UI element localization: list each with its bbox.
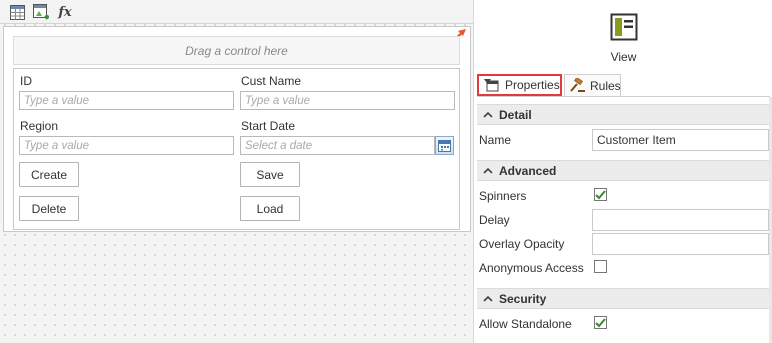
chevron-up-icon [479, 295, 497, 302]
name-label: Name [479, 133, 512, 147]
id-input[interactable] [19, 91, 234, 110]
view-icon[interactable] [610, 13, 638, 41]
chevron-up-icon [479, 111, 497, 118]
delete-button[interactable]: Delete [19, 196, 79, 221]
overlay-opacity-label: Overlay Opacity [479, 237, 565, 251]
region-label: Region [20, 119, 59, 133]
section-advanced-header[interactable]: Advanced [477, 160, 770, 181]
fx-icon[interactable]: fx [56, 3, 74, 21]
chevron-up-icon [479, 167, 497, 174]
view-label: View [610, 50, 637, 64]
table-icon[interactable] [8, 3, 26, 21]
spinners-checkbox[interactable] [594, 188, 607, 201]
tab-properties-label: Properties [505, 78, 560, 92]
tab-divider [477, 96, 770, 97]
delay-label: Delay [479, 213, 510, 227]
name-field[interactable] [592, 129, 769, 151]
properties-panel: View Properties Rules Detail Name Custom… [473, 0, 772, 343]
load-button[interactable]: Load [240, 196, 300, 221]
cust-name-label: Cust Name [241, 74, 302, 88]
drop-zone[interactable]: Drag a control here [13, 36, 460, 65]
designer-toolbar: fx [0, 0, 473, 24]
designer-canvas-area: fx Drag a control here ID Cust Name Regi… [0, 0, 473, 343]
region-input[interactable] [19, 136, 234, 155]
section-security-header[interactable]: Security [477, 288, 770, 309]
allow-standalone-checkbox[interactable] [594, 316, 607, 329]
tab-rules-label: Rules [590, 78, 621, 93]
save-button[interactable]: Save [240, 162, 300, 187]
anonymous-access-checkbox[interactable] [594, 260, 607, 273]
section-detail-title: Detail [499, 107, 532, 122]
gavel-icon [569, 78, 585, 93]
anonymous-access-label: Anonymous Access [479, 261, 584, 275]
layout-image-icon[interactable] [32, 3, 50, 21]
delay-field[interactable] [592, 209, 769, 231]
allow-standalone-label: Allow Standalone [479, 317, 572, 331]
tab-properties[interactable]: Properties [477, 74, 562, 96]
id-label: ID [20, 74, 32, 88]
checkmark-icon [595, 317, 606, 327]
tab-rules[interactable]: Rules [564, 74, 621, 96]
start-date-label: Start Date [241, 119, 296, 133]
checkmark-icon [595, 189, 606, 199]
properties-icon [484, 78, 500, 92]
overlay-opacity-field[interactable] [592, 233, 769, 255]
section-advanced-title: Advanced [499, 163, 557, 178]
create-button[interactable]: Create [19, 162, 79, 187]
calendar-icon[interactable] [435, 136, 454, 155]
spinners-label: Spinners [479, 189, 527, 203]
section-security-title: Security [499, 291, 547, 306]
start-date-input[interactable] [240, 136, 435, 155]
section-detail-header[interactable]: Detail [477, 104, 770, 125]
cust-name-input[interactable] [240, 91, 455, 110]
